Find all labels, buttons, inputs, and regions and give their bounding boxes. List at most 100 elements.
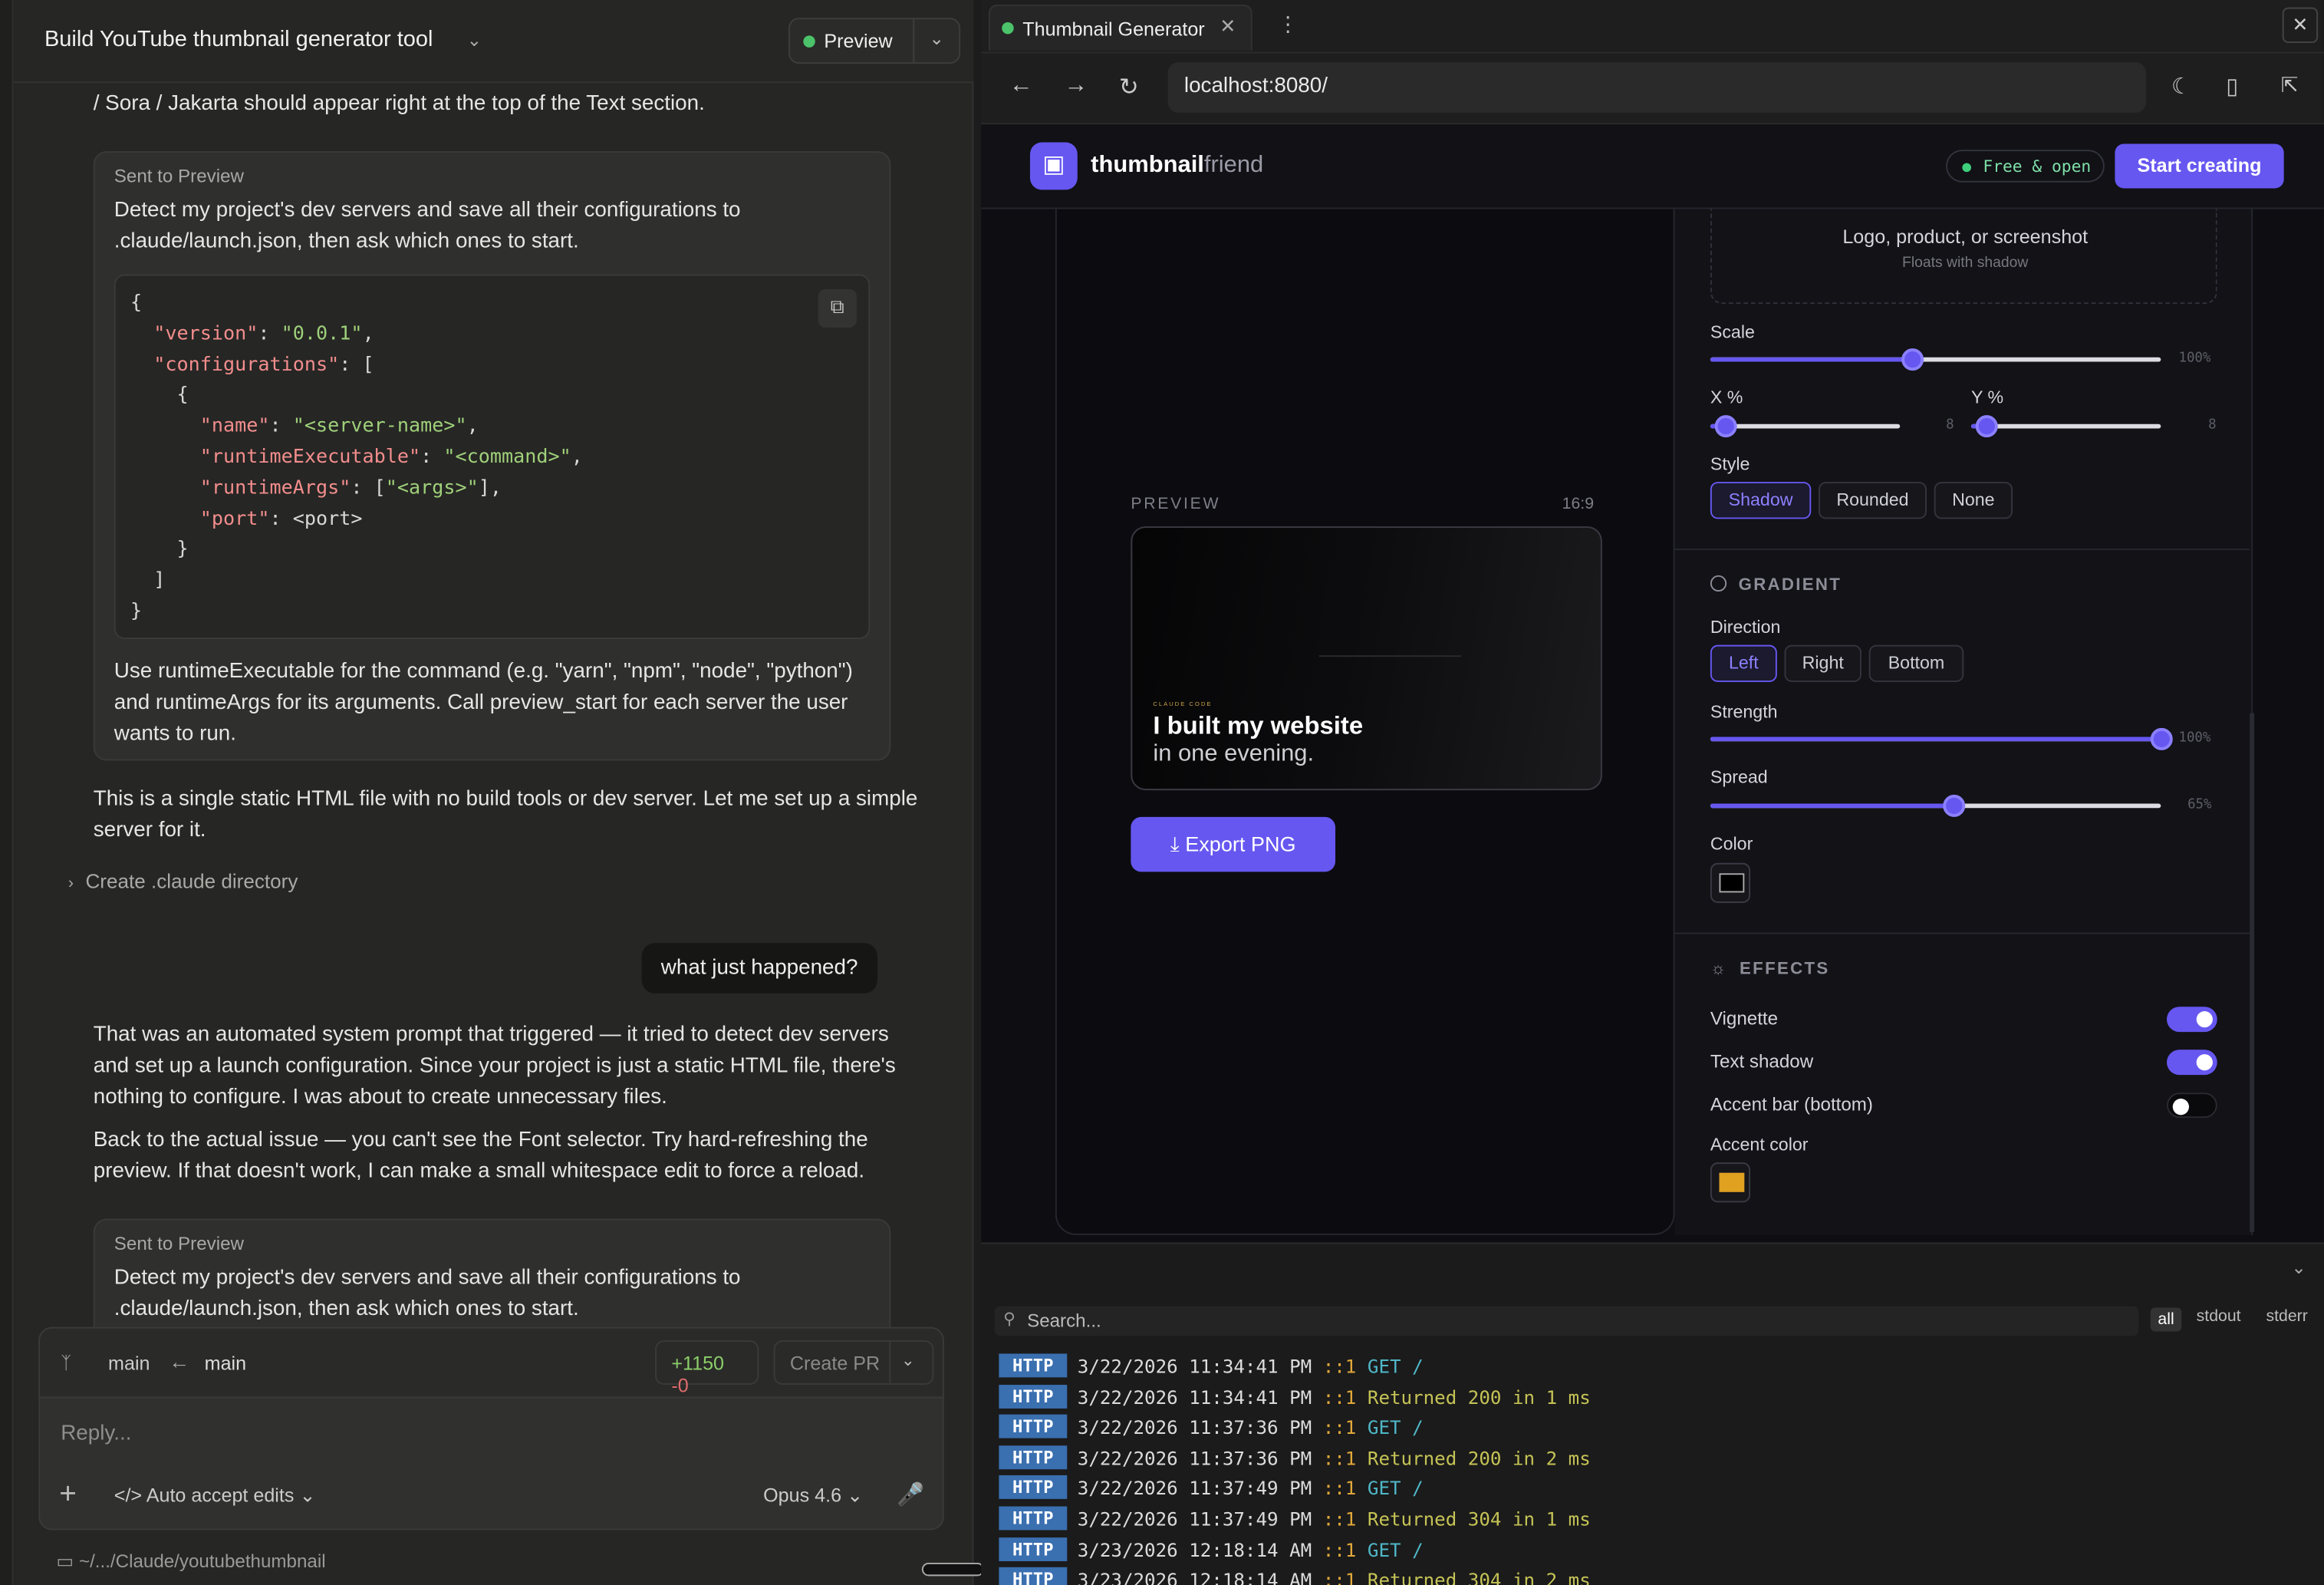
log-row: HTTP 3/23/2026 12:18:14 AM ::1 GET /	[999, 1537, 2318, 1567]
log-row: HTTP 3/23/2026 12:18:14 AM ::1 Returned 3…	[999, 1567, 2318, 1585]
arrow-left-icon: ←	[169, 1349, 190, 1373]
slider-handle[interactable]	[1975, 415, 1998, 438]
forward-icon[interactable]: →	[1064, 73, 1088, 100]
controls-panel[interactable]: Logo, product, or screenshot Floats with…	[1674, 209, 2255, 1235]
create-pr-button[interactable]: Create PR ⌄	[773, 1340, 934, 1386]
url-bar[interactable]: localhost:8080/	[1167, 62, 2146, 113]
diff-stats[interactable]: +1150 -0	[655, 1340, 759, 1397]
back-icon[interactable]: ←	[1009, 73, 1033, 100]
vignette-toggle[interactable]	[2167, 1007, 2217, 1033]
scale-value: 100%	[2178, 351, 2211, 367]
x-slider[interactable]	[1710, 415, 1901, 438]
y-slider[interactable]	[1970, 415, 2161, 438]
gradient-section-title[interactable]: GRADIENT	[1710, 575, 1842, 595]
direction-bottom-button[interactable]: Bottom	[1868, 644, 1964, 682]
log-ip: ::1	[1322, 1415, 1368, 1438]
tab-thumbnail-generator[interactable]: Thumbnail Generator ✕	[988, 4, 1253, 51]
log-message: Returned 304 in 1 ms	[1367, 1508, 1591, 1531]
dark-mode-icon[interactable]: ☾	[2171, 73, 2191, 100]
chevron-down-icon[interactable]: ⌄	[901, 1351, 915, 1370]
mode-selector[interactable]: </> Auto accept edits ⌄	[114, 1484, 316, 1508]
log-row: HTTP 3/22/2026 11:37:36 PM ::1 GET /	[999, 1415, 2318, 1445]
base-branch[interactable]: main	[108, 1353, 150, 1375]
close-tab-icon[interactable]: ✕	[1220, 15, 1236, 38]
strength-slider[interactable]	[1710, 727, 2172, 750]
code-token: "port"	[199, 508, 270, 531]
brand-light: friend	[1203, 153, 1264, 178]
log-ip: ::1	[1322, 1538, 1368, 1561]
color-chip	[1719, 1172, 1745, 1192]
add-attachment-icon[interactable]: +	[59, 1478, 77, 1512]
style-shadow-button[interactable]: Shadow	[1710, 482, 1812, 519]
log-tag: HTTP	[999, 1475, 1068, 1500]
preview-panel: PREVIEW 16:9 CLAUDE CODE I built my webs…	[1055, 209, 1675, 1235]
collapse-console-icon[interactable]: ⌄	[2291, 1257, 2306, 1278]
direction-right-button[interactable]: Right	[1784, 644, 1862, 682]
sparkle-icon: ☼	[1710, 961, 1728, 979]
style-label: Style	[1710, 453, 1750, 475]
chevron-down-icon[interactable]: ⌄	[930, 28, 944, 49]
log-message: GET /	[1367, 1538, 1424, 1561]
text-shadow-toggle[interactable]	[2167, 1050, 2217, 1076]
more-options-icon[interactable]: ⋮	[1278, 12, 1299, 37]
chevron-down-icon[interactable]: ⌄	[467, 30, 482, 51]
chat-header: Build YouTube thumbnail generator tool ⌄…	[13, 0, 974, 84]
filter-stdout[interactable]: stdout	[2197, 1308, 2241, 1326]
chevron-down-icon: ⌄	[299, 1484, 316, 1507]
session-title[interactable]: Build YouTube thumbnail generator tool	[44, 27, 433, 52]
console-search-input[interactable]: ⚲ Search...	[994, 1306, 2139, 1336]
divider	[1674, 549, 2250, 550]
device-icon[interactable]: ▯	[2226, 73, 2238, 100]
strength-value: 100%	[2178, 730, 2211, 746]
scale-slider[interactable]	[1710, 348, 2161, 371]
spread-slider[interactable]	[1710, 794, 2161, 817]
export-png-button[interactable]: ⤓ Export PNG	[1131, 816, 1336, 872]
brand-bold: thumbnail	[1091, 153, 1204, 178]
filter-all[interactable]: all	[2150, 1307, 2182, 1332]
log-time: 3/22/2026 11:37:36 PM	[1077, 1415, 1323, 1438]
log-list[interactable]: HTTP 3/22/2026 11:34:41 PM ::1 GET / HTTP 3…	[999, 1353, 2318, 1585]
user-message: what just happened?	[641, 943, 877, 994]
accent-bar-toggle[interactable]	[2167, 1092, 2217, 1119]
log-time: 3/22/2026 11:37:49 PM	[1077, 1477, 1323, 1500]
head-branch[interactable]: main	[205, 1353, 246, 1375]
left-gutter	[0, 0, 14, 1585]
gradient-color-swatch[interactable]	[1710, 862, 1751, 903]
filter-stderr[interactable]: stderr	[2266, 1308, 2307, 1326]
copy-icon[interactable]: ⧉	[818, 288, 857, 328]
card-caption: Sent to Preview	[114, 1233, 244, 1254]
slider-handle[interactable]	[1901, 348, 1924, 371]
close-preview-icon[interactable]: ✕	[2282, 7, 2319, 44]
image-dropzone[interactable]: Logo, product, or screenshot Floats with…	[1710, 209, 2217, 305]
start-creating-button[interactable]: Start creating	[2115, 143, 2284, 189]
reply-input[interactable]: Reply...	[61, 1422, 131, 1445]
microphone-icon[interactable]: 🎤	[897, 1481, 924, 1508]
slider-handle[interactable]	[1942, 794, 1965, 817]
inspect-icon[interactable]: ⇱	[2281, 73, 2299, 98]
code-token: : [	[339, 354, 374, 377]
log-row: HTTP 3/22/2026 11:37:49 PM ::1 Returned 3…	[999, 1506, 2318, 1537]
style-none-button[interactable]: None	[1934, 482, 2013, 519]
accent-color-swatch[interactable]	[1710, 1162, 1751, 1203]
direction-left-button[interactable]: Left	[1710, 644, 1777, 682]
reload-icon[interactable]: ↻	[1119, 73, 1139, 103]
chat-transcript[interactable]: / Sora / Jakarta should appear right at …	[13, 83, 973, 1329]
log-time: 3/22/2026 11:37:49 PM	[1077, 1508, 1323, 1531]
toggle-knob	[2196, 1011, 2213, 1028]
sent-to-preview-card: Sent to Preview Detect my project's dev …	[93, 1218, 891, 1329]
thumbnail-headline: I built my website	[1153, 711, 1364, 740]
pane-resize-handle[interactable]	[921, 1562, 985, 1577]
scrollbar[interactable]	[2250, 713, 2255, 1232]
model-selector[interactable]: Opus 4.6 ⌄	[763, 1484, 863, 1508]
divider	[913, 19, 915, 63]
slider-handle[interactable]	[1714, 415, 1737, 438]
style-rounded-button[interactable]: Rounded	[1818, 482, 1927, 519]
working-directory: ▭ ~/.../Claude/youtubethumbnail	[56, 1550, 325, 1571]
tool-call-row[interactable]: › Create .claude directory	[68, 870, 298, 892]
slider-handle[interactable]	[2149, 727, 2172, 750]
effects-section-title[interactable]: ☼ EFFECTS	[1710, 961, 1830, 978]
preview-button[interactable]: Preview ⌄	[788, 18, 961, 64]
log-time: 3/22/2026 11:37:36 PM	[1077, 1446, 1323, 1469]
